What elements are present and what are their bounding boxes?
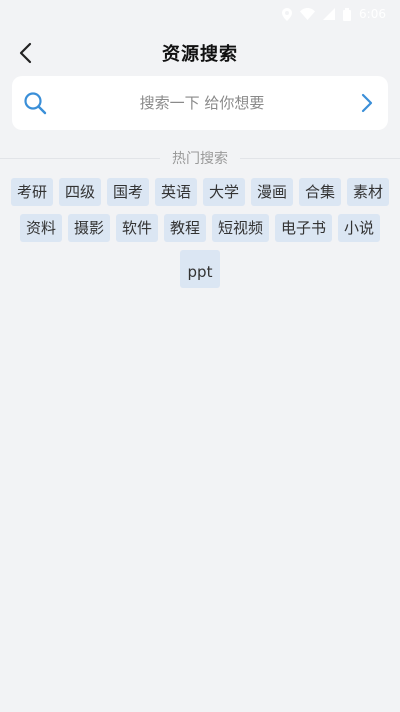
back-button[interactable]: [12, 38, 38, 68]
location-icon: [282, 7, 293, 21]
hot-tag[interactable]: 考研: [10, 178, 53, 206]
signal-icon: [323, 8, 336, 20]
status-time: 6:06: [359, 7, 386, 21]
hot-search-title: 热门搜索: [172, 151, 228, 167]
search-input[interactable]: [48, 93, 356, 113]
hot-tag[interactable]: 漫画: [251, 178, 294, 206]
chevron-right-icon: [361, 93, 373, 113]
hot-tag[interactable]: 四级: [58, 178, 101, 206]
hot-tag[interactable]: 资料: [19, 214, 62, 242]
search-go-button[interactable]: [356, 90, 378, 116]
divider: [240, 157, 400, 159]
hot-search-tags: 考研 四级 国考 英语 大学 漫画 合集 素材 资料 摄影 软件 教程 短视频 …: [8, 178, 392, 288]
hot-tag[interactable]: 软件: [115, 214, 158, 242]
hot-tag[interactable]: 电子书: [275, 214, 333, 242]
divider: [0, 157, 160, 159]
hot-search-header: 热门搜索: [0, 148, 400, 168]
search-bar[interactable]: [12, 76, 388, 130]
hot-tag[interactable]: 素材: [347, 178, 390, 206]
page-title: 资源搜索: [162, 44, 238, 65]
hot-tag[interactable]: 国考: [106, 178, 149, 206]
hot-tag[interactable]: 合集: [299, 178, 342, 206]
hot-tag[interactable]: 大学: [203, 178, 246, 206]
battery-icon: [343, 7, 352, 21]
status-bar: 6:06: [0, 0, 400, 28]
search-icon[interactable]: [22, 90, 48, 116]
hot-tag[interactable]: ppt: [179, 250, 221, 288]
nav-bar: 资源搜索: [0, 30, 400, 76]
chevron-left-icon: [19, 42, 32, 64]
wifi-icon: [300, 8, 316, 20]
hot-tag[interactable]: 小说: [338, 214, 381, 242]
hot-tag[interactable]: 摄影: [67, 214, 110, 242]
hot-tag[interactable]: 英语: [154, 178, 197, 206]
hot-tag[interactable]: 教程: [163, 214, 206, 242]
hot-tag[interactable]: 短视频: [212, 214, 270, 242]
